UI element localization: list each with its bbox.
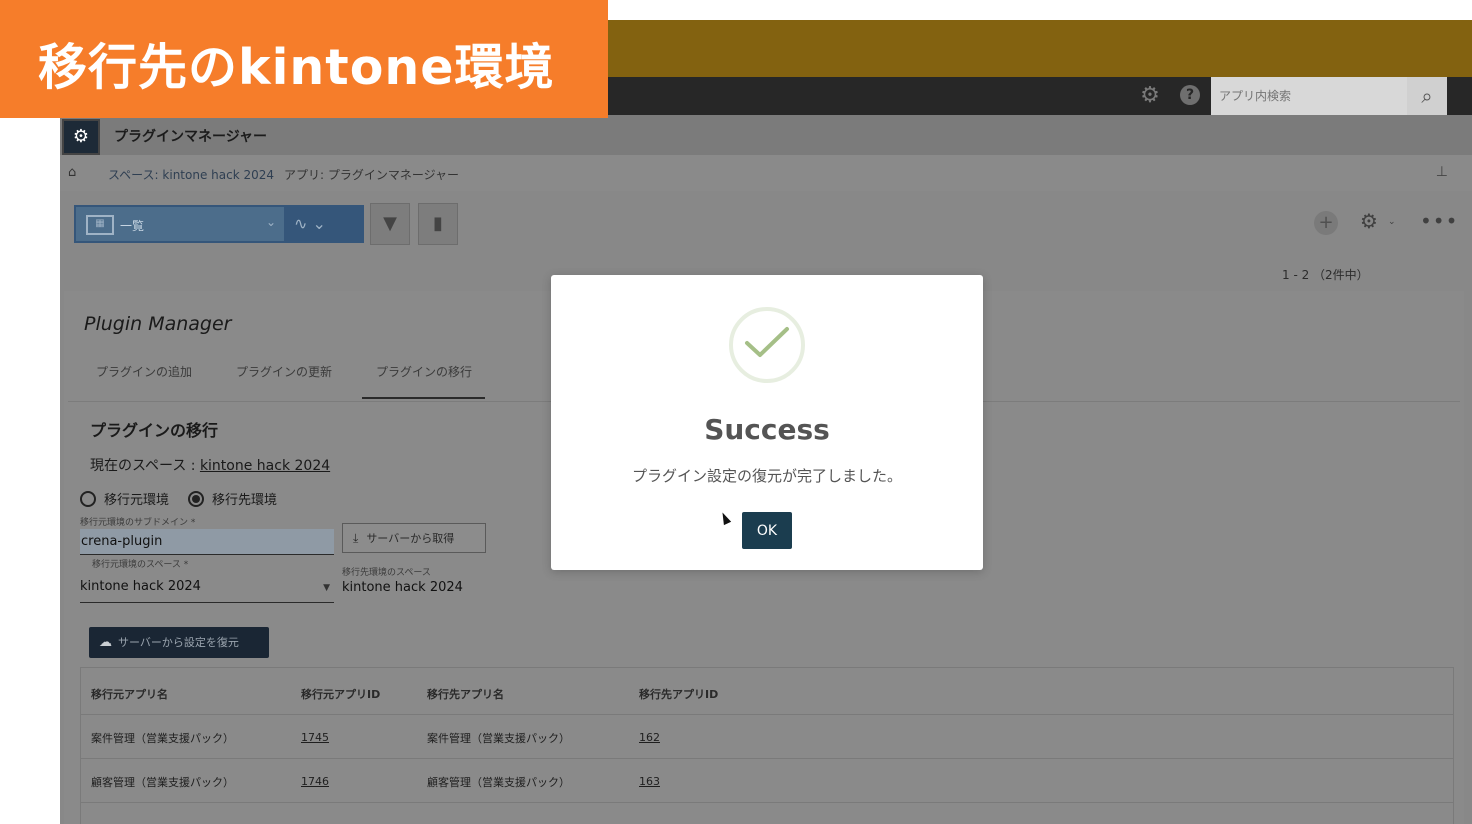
more-options-icon[interactable]: ••• [1420, 209, 1458, 233]
table-cell: 案件管理（営業支援パック） [427, 732, 570, 745]
column-header: 移行元アプリ名 [91, 688, 168, 701]
subdomain-input[interactable] [80, 529, 334, 555]
tab-migrate-plugin[interactable]: プラグインの移行 [376, 363, 472, 380]
current-space: 現在のスペース : kintone hack 2024 [90, 455, 330, 475]
radio-source-env[interactable]: 移行元環境 [80, 489, 169, 508]
screen: ⚙ ? ⌕ ⚙ プラグインマネージャー ⌂ スペース: kintone hack… [0, 0, 1472, 824]
breadcrumb-space-link[interactable]: スペース: kintone hack 2024 [108, 166, 274, 183]
app-title-bar: ⚙ プラグインマネージャー [60, 115, 1472, 155]
row-divider [81, 758, 1453, 759]
plugin-manager-app-icon: ⚙ [62, 119, 100, 155]
filter-icon: ▼ [383, 213, 397, 234]
home-icon[interactable]: ⌂ [68, 165, 76, 180]
radio-button[interactable] [80, 491, 96, 507]
tab-update-plugin[interactable]: プラグインの更新 [236, 363, 332, 380]
graph-selector[interactable]: ∿ ⌄ [286, 205, 364, 243]
table-cell-link[interactable]: 163 [639, 775, 660, 788]
chevron-down-icon: ⌄ [265, 215, 276, 229]
title-banner: 移行先のkintone環境 [0, 0, 608, 118]
dialog-message: プラグイン設定の復元が完了しました。 [631, 467, 902, 485]
dialog-title: Success [704, 413, 830, 446]
banner-title: 移行先のkintone環境 [38, 39, 555, 96]
app-search-box[interactable] [1211, 77, 1407, 115]
dest-space-label: 移行先環境のスペース [342, 568, 431, 578]
table-cell: 案件管理（営業支援パック） [91, 732, 234, 745]
restore-button-label: サーバーから設定を復元 [118, 636, 239, 649]
success-check-icon [729, 307, 805, 383]
app-search-input[interactable] [1211, 77, 1407, 115]
source-space-value: kintone hack 2024 [80, 579, 201, 594]
tab-add-plugin[interactable]: プラグインの追加 [96, 363, 192, 380]
checkmark-icon [745, 327, 789, 357]
help-icon[interactable]: ? [1180, 85, 1200, 105]
source-space-select[interactable]: kintone hack 2024 ▼ [80, 579, 334, 603]
search-icon[interactable]: ⌕ [1407, 77, 1447, 115]
source-space-label: 移行元環境のスペース * [92, 560, 189, 570]
subdomain-label: 移行元環境のサブドメイン * [80, 518, 196, 528]
table-cell: 顧客管理（営業支援パック） [91, 776, 234, 789]
breadcrumb-app: アプリ: プラグインマネージャー [284, 168, 460, 182]
row-divider [81, 714, 1453, 715]
filter-button[interactable]: ▼ [370, 203, 410, 245]
download-icon: ⤓ [353, 531, 359, 545]
caret-down-icon: ▼ [323, 583, 330, 593]
view-selector[interactable]: ▦ 一覧 ⌄ [74, 205, 286, 243]
radio-button-selected[interactable] [188, 491, 204, 507]
radio-dest-label: 移行先環境 [212, 493, 278, 508]
restore-from-server-button[interactable]: ☁ サーバーから設定を復元 [89, 627, 269, 658]
active-tab-indicator [362, 397, 485, 399]
row-divider [81, 802, 1453, 803]
bar-chart-icon: ▮ [433, 213, 443, 234]
app-title: プラグインマネージャー [114, 129, 268, 145]
record-count: 1 - 2 （2件中） [1282, 268, 1369, 282]
app-settings-icon[interactable]: ⚙ [1360, 209, 1378, 233]
radio-source-label: 移行元環境 [104, 493, 170, 508]
top-header-band [608, 20, 1472, 77]
plugin-manager-title: Plugin Manager [84, 313, 232, 335]
view-selector-label: 一覧 [120, 219, 145, 233]
fetch-button-label: サーバーから取得 [366, 532, 455, 545]
cloud-download-icon: ☁ [99, 635, 112, 650]
settings-gear-icon[interactable]: ⚙ [1138, 84, 1162, 108]
migration-table: 移行元アプリ名 移行元アプリID 移行先アプリ名 移行先アプリID 案件管理（営… [80, 667, 1454, 824]
table-cell-link[interactable]: 1745 [301, 731, 329, 744]
add-record-icon[interactable]: + [1314, 211, 1338, 235]
graph-icon: ∿ ⌄ [294, 214, 326, 233]
table-cell-link[interactable]: 1746 [301, 775, 329, 788]
current-space-label: 現在のスペース : [90, 458, 200, 474]
breadcrumb: ⌂ スペース: kintone hack 2024 アプリ: プラグインマネージ… [60, 155, 1472, 191]
success-dialog: Success プラグイン設定の復元が完了しました。 OK [551, 275, 983, 570]
chevron-down-icon[interactable]: ⌄ [1388, 217, 1396, 227]
ok-button[interactable]: OK [742, 512, 792, 549]
dest-space-value: kintone hack 2024 [342, 580, 463, 595]
radio-dest-env[interactable]: 移行先環境 [188, 489, 277, 508]
table-cell: 顧客管理（営業支援パック） [427, 776, 570, 789]
column-header: 移行先アプリ名 [427, 688, 504, 701]
column-header: 移行元アプリID [301, 688, 381, 701]
fetch-from-server-button[interactable]: ⤓ サーバーから取得 [342, 523, 486, 553]
current-space-link[interactable]: kintone hack 2024 [200, 458, 330, 474]
section-title: プラグインの移行 [90, 421, 219, 440]
chart-button[interactable]: ▮ [418, 203, 458, 245]
column-header: 移行先アプリID [639, 688, 719, 701]
pin-icon[interactable]: ⊥ [1436, 164, 1448, 180]
table-view-icon: ▦ [86, 215, 114, 235]
table-cell-link[interactable]: 162 [639, 731, 660, 744]
